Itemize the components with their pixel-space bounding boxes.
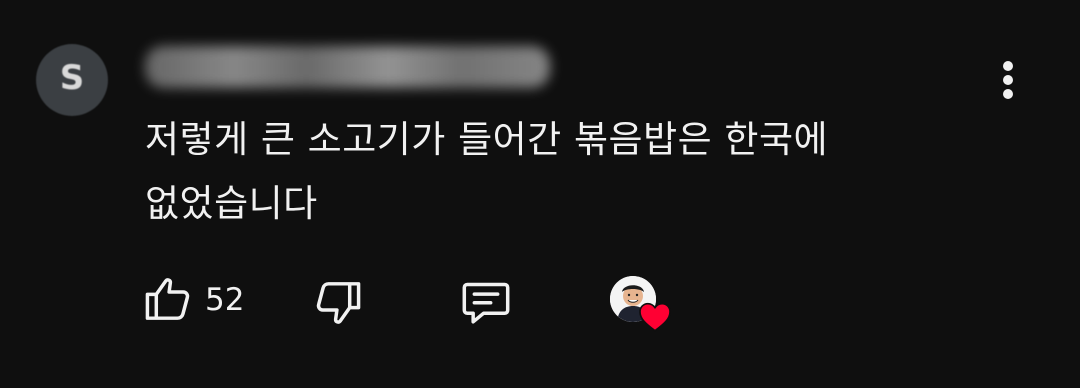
like-button[interactable] [142, 274, 194, 326]
more-options-button[interactable] [986, 54, 1030, 106]
author-avatar[interactable]: S [36, 44, 108, 116]
thumbs-down-icon [316, 282, 361, 324]
author-avatar-initial: S [59, 58, 85, 98]
comment-text: 저렇게 큰 소고기가 들어간 볶음밥은 한국에 없었습니다 [145, 118, 829, 225]
more-vertical-icon-dot [1003, 75, 1013, 85]
like-count: 52 [205, 282, 245, 318]
author-name-redacted [145, 46, 550, 88]
more-vertical-icon-dot [1003, 89, 1013, 99]
creator-heart-badge [606, 276, 672, 336]
reply-comment-icon [462, 282, 510, 324]
reply-button[interactable] [458, 274, 514, 330]
more-vertical-icon-dot [1003, 61, 1013, 71]
heart-icon [639, 302, 671, 332]
comment-thread: S 저렇게 큰 소고기가 들어간 볶음밥은 한국에 없었습니다 52 [0, 0, 1080, 388]
thumbs-up-icon [145, 278, 190, 320]
dislike-button[interactable] [312, 276, 364, 328]
